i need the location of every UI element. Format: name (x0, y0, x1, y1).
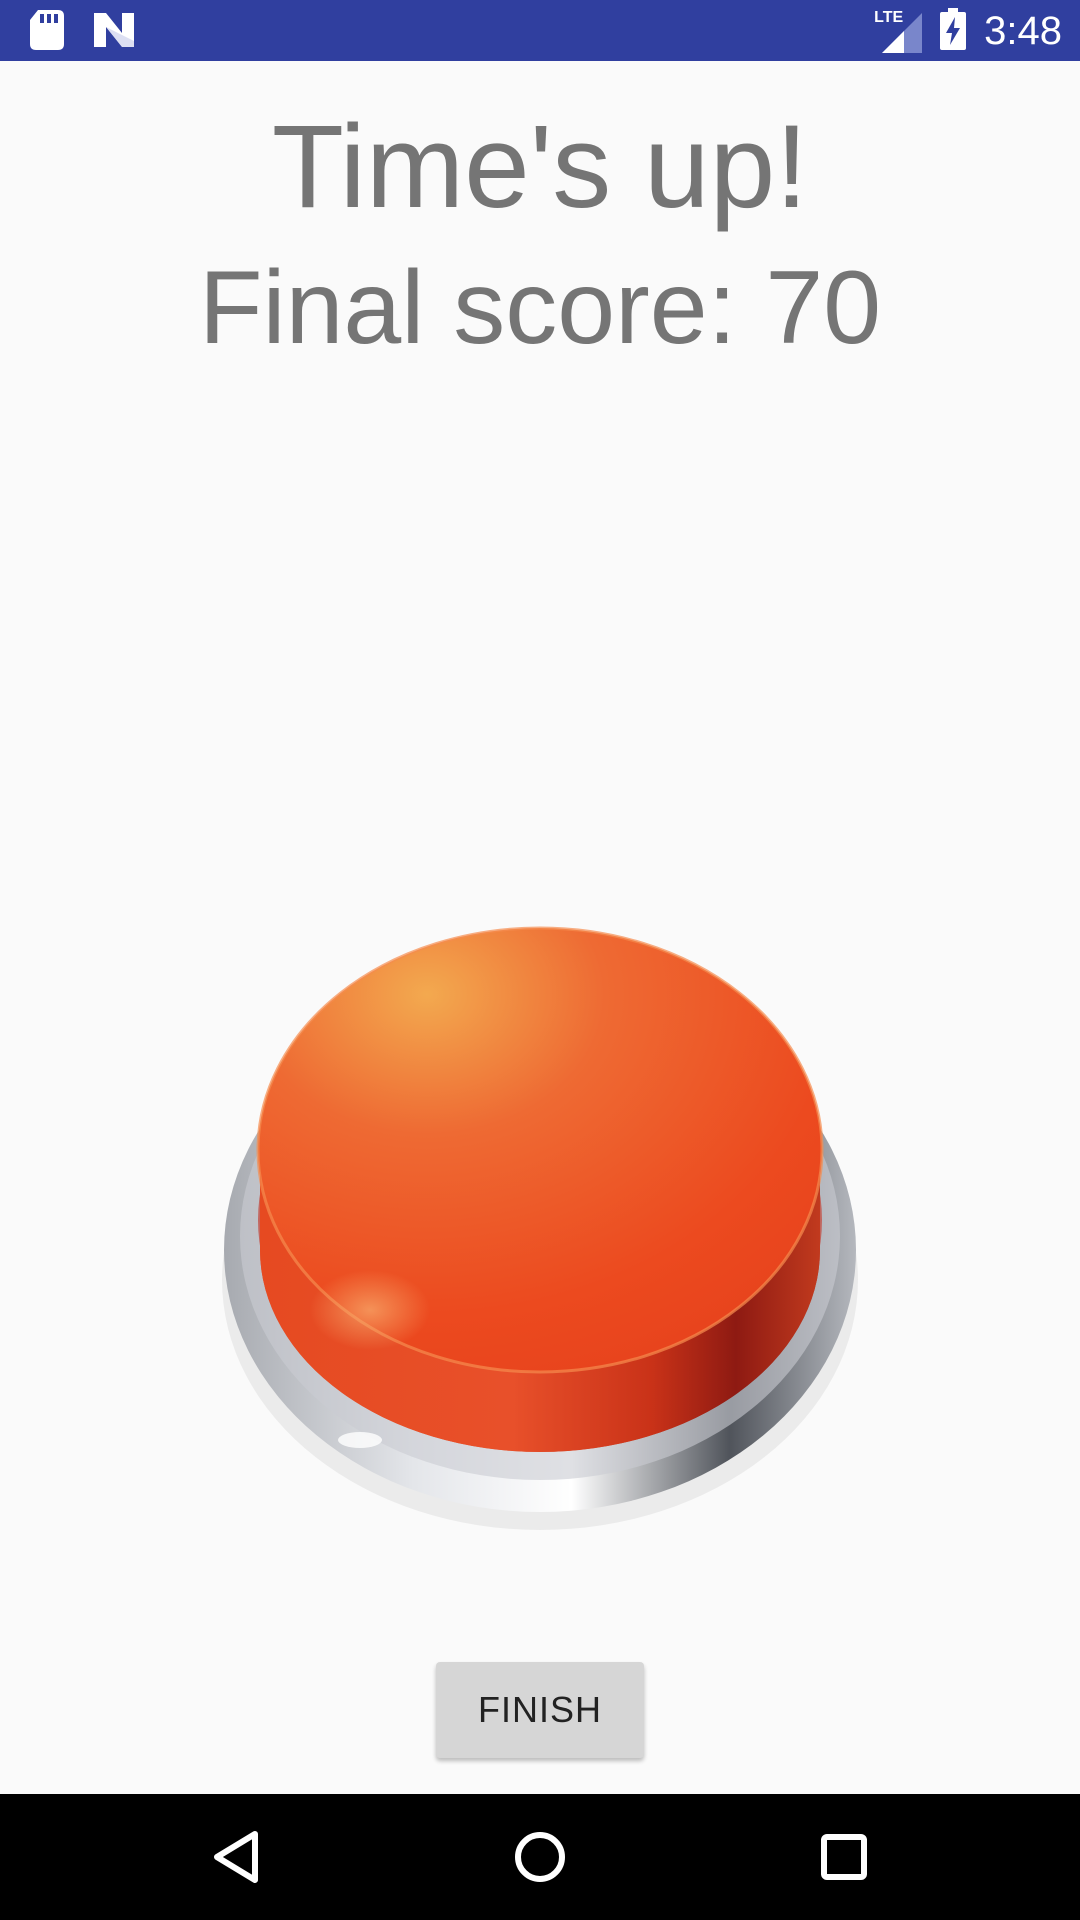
status-bar: LTE 3:48 (0, 0, 1080, 61)
status-time: 3:48 (984, 9, 1062, 53)
signal-icon: LTE (874, 9, 923, 53)
sd-card-icon (30, 10, 64, 54)
big-red-button[interactable] (220, 920, 860, 1540)
navigation-bar (0, 1794, 1080, 1920)
status-right-icons: LTE 3:48 (874, 8, 1062, 54)
nav-recents-button[interactable] (806, 1819, 882, 1895)
home-icon (515, 1832, 565, 1882)
battery-charging-icon (940, 8, 967, 54)
final-score-text: Final score: 70 (198, 250, 882, 366)
n-notification-icon (94, 13, 134, 51)
back-icon (214, 1831, 258, 1883)
times-up-title: Time's up! (271, 101, 809, 233)
nav-back-button[interactable] (198, 1819, 274, 1895)
nav-home-button[interactable] (502, 1819, 578, 1895)
status-left-icons (30, 10, 134, 54)
recents-icon (821, 1834, 867, 1880)
game-over-screen: LTE 3:48 Time's up! Final score: 70 FINI… (0, 0, 1080, 1920)
red-push-button-icon (222, 926, 858, 1530)
finish-button[interactable]: FINISH (436, 1662, 644, 1758)
